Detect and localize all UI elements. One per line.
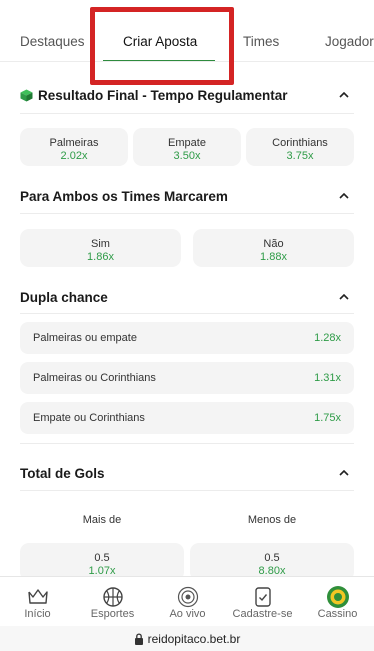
odd-label: Não <box>263 238 284 250</box>
live-icon <box>177 586 198 608</box>
total-goals-section-header[interactable]: Total de Gols <box>20 463 354 483</box>
double-chance-section-title: Dupla chance <box>20 289 108 305</box>
odd-label: Empate <box>168 137 206 149</box>
both-teams-section-header[interactable]: Para Ambos os Times Marcarem <box>20 186 354 206</box>
row-odd: 1.31x <box>314 372 341 384</box>
odd-value: 3.75x <box>286 150 314 162</box>
nav-label: Cassino <box>317 608 358 620</box>
odd-value: 3.50x <box>173 150 201 162</box>
divider <box>20 443 354 444</box>
tab-jogadores[interactable]: Jogadores <box>325 34 374 49</box>
result-section-title: Resultado Final - Tempo Regulamentar <box>38 87 288 103</box>
nav-label: Esportes <box>90 608 135 620</box>
divider <box>20 113 354 114</box>
url-text: reidopitaco.bet.br <box>147 631 241 646</box>
odd-label: 0.5 <box>94 552 110 564</box>
chevron-up-icon[interactable] <box>334 463 354 483</box>
odd-nao[interactable]: Não 1.88x <box>193 229 354 267</box>
odd-label: Sim <box>91 238 110 250</box>
odd-value: 2.02x <box>60 150 88 162</box>
row-label: Empate ou Corinthians <box>33 412 145 424</box>
odd-label: Corinthians <box>272 137 328 149</box>
chevron-up-icon[interactable] <box>334 186 354 206</box>
row-label: Palmeiras ou Corinthians <box>33 372 156 384</box>
odd-corinthians[interactable]: Corinthians 3.75x <box>246 128 354 166</box>
total-goals-section-title: Total de Gols <box>20 465 105 481</box>
divider <box>20 313 354 314</box>
odd-label: Palmeiras <box>49 137 99 149</box>
url-bar[interactable]: reidopitaco.bet.br <box>0 626 374 651</box>
row-label: Palmeiras ou empate <box>33 332 137 344</box>
odd-empate[interactable]: Empate 3.50x <box>133 128 241 166</box>
column-header-under: Menos de <box>247 514 297 526</box>
tab-highlight-annotation <box>90 7 234 85</box>
signup-icon <box>254 587 271 607</box>
row-odd: 1.28x <box>314 332 341 344</box>
cube-icon <box>20 89 33 101</box>
chevron-up-icon[interactable] <box>334 85 354 105</box>
column-header-over: Mais de <box>82 514 122 526</box>
tab-destaques[interactable]: Destaques <box>20 34 85 49</box>
odd-value: 1.88x <box>260 251 287 263</box>
nav-cadastre-se[interactable]: Cadastre-se <box>225 577 300 627</box>
result-section-header[interactable]: Resultado Final - Tempo Regulamentar <box>20 85 354 105</box>
nav-label: Cadastre-se <box>232 608 293 620</box>
chevron-up-icon[interactable] <box>334 287 354 307</box>
nav-label: Ao vivo <box>169 608 206 620</box>
odd-palmeiras[interactable]: Palmeiras 2.02x <box>20 128 128 166</box>
odd-value: 1.86x <box>87 251 114 263</box>
odd-sim[interactable]: Sim 1.86x <box>20 229 181 267</box>
nav-esportes[interactable]: Esportes <box>75 577 150 627</box>
divider <box>20 213 354 214</box>
row-odd: 1.75x <box>314 412 341 424</box>
divider <box>20 490 354 491</box>
double-chance-row[interactable]: Palmeiras ou empate 1.28x <box>20 322 354 354</box>
bottom-nav: Início Esportes Ao vivo Cadastre-se Cass… <box>0 576 374 626</box>
both-teams-section-title: Para Ambos os Times Marcarem <box>20 188 228 204</box>
nav-cassino[interactable]: Cassino <box>300 577 374 627</box>
nav-inicio[interactable]: Início <box>0 577 75 627</box>
basketball-icon <box>102 587 123 607</box>
double-chance-row[interactable]: Palmeiras ou Corinthians 1.31x <box>20 362 354 394</box>
double-chance-row[interactable]: Empate ou Corinthians 1.75x <box>20 402 354 434</box>
odd-label: 0.5 <box>264 552 280 564</box>
casino-chip-icon <box>326 586 349 608</box>
nav-label: Início <box>24 608 51 620</box>
crown-icon <box>27 589 48 604</box>
lock-icon <box>134 632 143 645</box>
nav-ao-vivo[interactable]: Ao vivo <box>150 577 225 627</box>
double-chance-section-header[interactable]: Dupla chance <box>20 287 354 307</box>
tab-times[interactable]: Times <box>243 34 279 49</box>
